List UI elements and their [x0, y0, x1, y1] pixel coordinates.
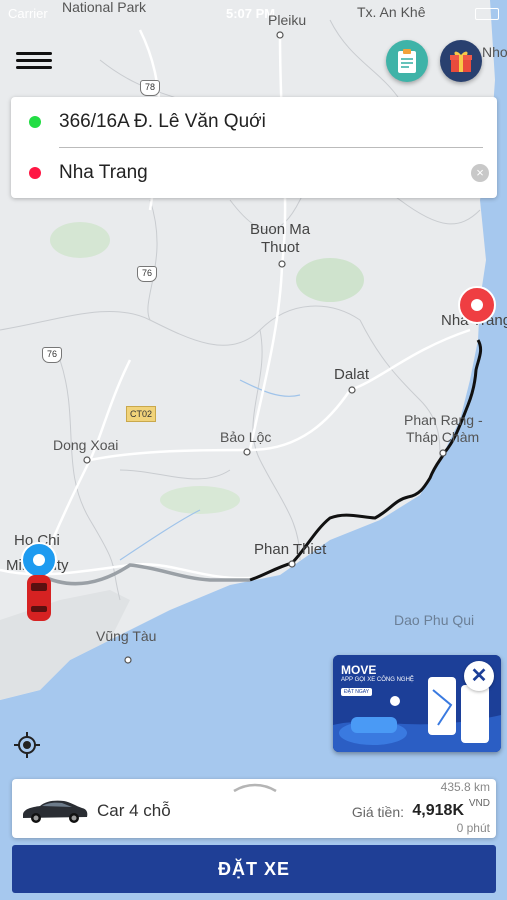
my-location-icon[interactable]: [12, 730, 42, 760]
map-label-buon-ma-thuot-1: Buon Ma: [250, 221, 311, 238]
destination-row[interactable]: [11, 148, 497, 198]
close-icon[interactable]: ✕: [464, 661, 494, 691]
hamburger-menu-icon[interactable]: [16, 48, 52, 76]
map-label-dalat: Dalat: [334, 366, 370, 383]
duration-label: 0 phút: [456, 821, 490, 835]
clear-destination-icon[interactable]: ×: [471, 164, 489, 182]
highway-shield-78: 78: [140, 80, 160, 96]
map-label-dong-xoai: Dong Xoai: [53, 437, 119, 453]
menu-bar: [16, 59, 52, 62]
destination-input[interactable]: [59, 162, 459, 184]
promo-cta: ĐẶT NGAY: [341, 688, 373, 696]
promo-tagline: APP GỌI XE CÔNG NGHỆ: [341, 677, 414, 683]
clipboard-icon: [398, 49, 416, 73]
destination-marker-icon[interactable]: [458, 286, 496, 326]
map-label-an-khe: Tx. An Khê: [357, 4, 426, 20]
highway-shield-ct02: CT02: [126, 406, 156, 422]
map-label-phan-rang-1: Phan Rang -: [404, 412, 483, 428]
origin-dot-icon: [29, 116, 41, 128]
map-label-phan-thiet: Phan Thiet: [254, 541, 327, 558]
map-label-vung-tau: Vũng Tàu: [96, 628, 157, 644]
map-label-dao-phu-qui: Dao Phu Qui: [394, 612, 475, 628]
map-label-pleiku: Pleiku: [268, 12, 307, 28]
gift-icon: [450, 51, 472, 72]
battery-icon: [475, 8, 499, 20]
origin-row[interactable]: [11, 97, 497, 147]
map-label-national-park: National Park: [62, 0, 147, 15]
menu-bar: [16, 66, 52, 69]
price-value: 4,918K: [412, 802, 464, 819]
currency-label: VND: [468, 798, 490, 809]
trip-summary-card[interactable]: Car 4 chỗ 435.8 km Giá tiền: 4,918K VND …: [12, 779, 496, 838]
distance-label: 435.8 km: [440, 780, 490, 794]
history-button[interactable]: [386, 40, 428, 82]
car-type-label: Car 4 chỗ: [97, 801, 171, 820]
book-ride-button[interactable]: ĐẶT XE: [12, 845, 496, 893]
car-image-icon: [23, 800, 88, 823]
map-label-nhon: Nhơ: [482, 44, 507, 60]
carrier-label: Carrier: [8, 6, 48, 21]
destination-dot-icon: [29, 167, 41, 179]
map-label-phan-rang-2: Tháp Chàm: [406, 429, 480, 445]
promotion-button[interactable]: [440, 40, 482, 82]
chevron-up-icon[interactable]: [232, 780, 278, 794]
route-search-card: ×: [11, 97, 497, 198]
price-label: Giá tiền:: [351, 804, 404, 820]
highway-shield-76: 76: [137, 266, 157, 282]
map-label-bao-loc: Bảo Lộc: [220, 429, 272, 445]
highway-shield-76-b: 76: [42, 347, 62, 363]
car-marker-icon: [27, 575, 51, 621]
menu-bar: [16, 52, 52, 55]
origin-input[interactable]: [59, 111, 459, 133]
promo-brand: MOVE: [341, 663, 377, 677]
map-label-buon-ma-thuot-2: Thuot: [261, 239, 300, 256]
